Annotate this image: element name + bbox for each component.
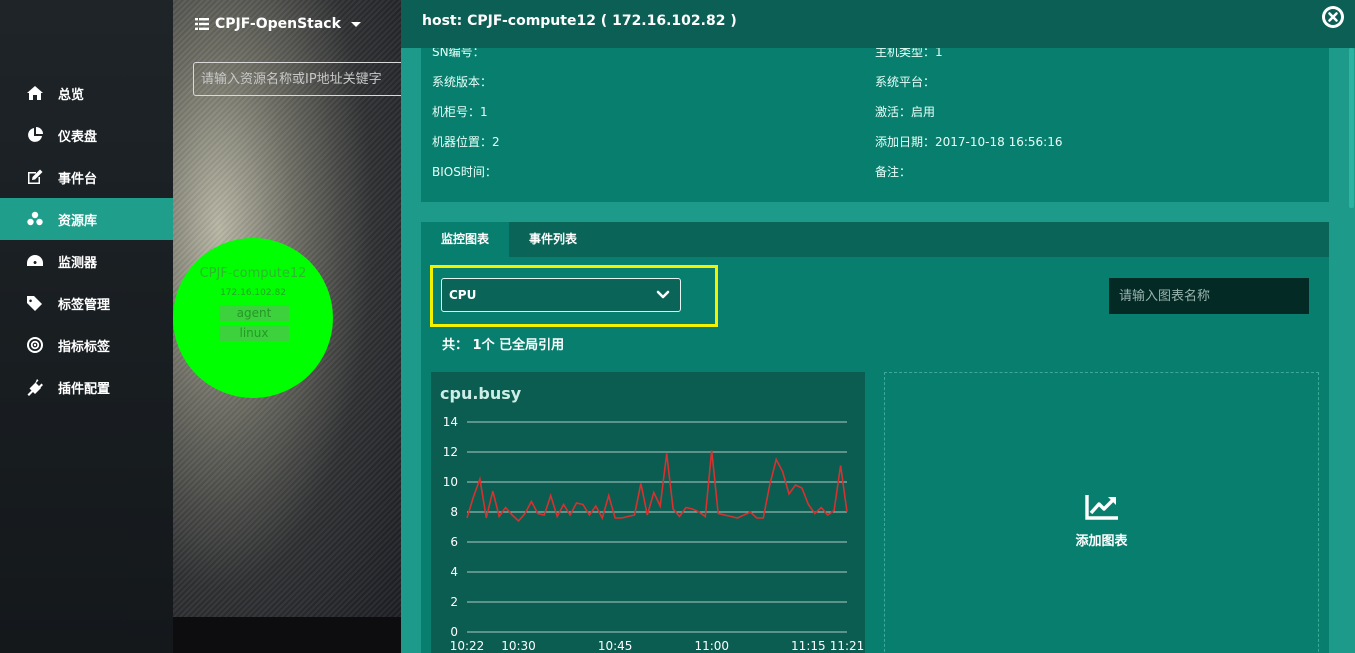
sidebar-item-label: 标签管理 (58, 297, 111, 313)
sidebar-item-dashboard[interactable]: 仪表盘 (0, 114, 173, 156)
info-label: 系统平台： (875, 75, 936, 89)
sidebar-item-label: 指标标签 (58, 339, 111, 355)
sidebar-item-metric-tags[interactable]: 指标标签 (0, 324, 173, 366)
info-added-date: 添加日期：2017-10-18 16:56:16 (875, 133, 1062, 150)
y-tick-label: 14 (443, 415, 458, 429)
sidebar-item-resources[interactable]: 资源库 (0, 198, 173, 240)
info-label: 机柜号： (432, 105, 481, 119)
caret-down-icon (350, 21, 361, 27)
host-node[interactable]: CPJF-compute12 172.16.102.82 agent linux (173, 238, 333, 398)
info-label: 备注： (875, 165, 912, 179)
line-chart-icon (1085, 495, 1118, 520)
sidebar-nav: 总览 仪表盘 事件台 资源库 监测器 标签管理 指标标签 插件配置 (0, 72, 173, 408)
info-label: BIOS时间： (432, 165, 497, 179)
sidebar-item-label: 事件台 (58, 171, 98, 187)
info-notes: 备注： (875, 163, 911, 180)
bullseye-icon (24, 336, 46, 354)
x-tick-label: 10:45 (598, 639, 633, 653)
chart-title: cpu.busy (440, 384, 522, 403)
node-tag: linux (219, 325, 289, 341)
metric-select[interactable]: CPU (441, 278, 681, 312)
x-tick-label: 11:15 (791, 639, 826, 653)
info-active: 激活：启用 (875, 103, 935, 120)
info-location: 机器位置：2 (432, 133, 500, 150)
chart-search-input[interactable] (1109, 278, 1309, 314)
y-tick-label: 10 (443, 475, 458, 489)
y-tick-label: 12 (443, 445, 458, 459)
topology-footer (173, 617, 401, 653)
sidebar-item-tag-management[interactable]: 标签管理 (0, 282, 173, 324)
sidebar-item-label: 总览 (58, 87, 85, 103)
close-icon[interactable] (1321, 5, 1345, 29)
pie-chart-icon (24, 126, 46, 144)
info-label: 机器位置： (432, 135, 493, 149)
sidebar-item-label: 仪表盘 (58, 129, 98, 145)
sidebar-item-label: 监测器 (58, 255, 98, 271)
scrollbar-thumb[interactable] (1349, 48, 1354, 208)
project-selector[interactable]: CPJF-OpenStack (195, 16, 361, 32)
metric-select-value: CPU (449, 288, 477, 302)
x-tick-label: 10:30 (501, 639, 536, 653)
node-ip: 172.16.102.82 (220, 288, 286, 298)
info-value: 2017-10-18 16:56:16 (935, 135, 1063, 149)
sidebar-item-overview[interactable]: 总览 (0, 72, 173, 114)
sidebar-item-plugin-config[interactable]: 插件配置 (0, 366, 173, 408)
sidebar: 总览 仪表盘 事件台 资源库 监测器 标签管理 指标标签 插件配置 (0, 0, 173, 653)
resource-search-input[interactable] (193, 62, 408, 96)
tab-bar: 监控图表 事件列表 (421, 222, 1329, 257)
y-tick-label: 2 (450, 595, 458, 609)
plug-icon (24, 378, 46, 396)
tags-icon (24, 294, 46, 312)
info-bios-time: BIOS时间： (432, 163, 497, 180)
y-tick-label: 0 (450, 625, 458, 639)
chevron-down-icon (656, 290, 670, 299)
dashboard-icon (24, 252, 46, 270)
info-platform: 系统平台： (875, 73, 935, 90)
edit-icon (24, 168, 46, 186)
add-chart-button[interactable]: 添加图表 (884, 372, 1319, 653)
info-label: 激活： (875, 105, 912, 119)
info-value: 1 (480, 105, 488, 119)
list-icon (195, 18, 209, 30)
x-tick-label: 10:22 (450, 639, 485, 653)
info-value: 启用 (911, 105, 936, 119)
project-name: CPJF-OpenStack (215, 16, 341, 32)
series-line (466, 450, 848, 523)
info-label: 系统版本： (432, 75, 493, 89)
y-tick-label: 6 (450, 535, 458, 549)
sidebar-item-events[interactable]: 事件台 (0, 156, 173, 198)
sidebar-item-monitors[interactable]: 监测器 (0, 240, 173, 282)
drawer-title: host: CPJF-compute12 ( 172.16.102.82 ) (422, 13, 737, 29)
chart-count: 共： 1个 已全局引用 (442, 338, 565, 353)
drawer-header: host: CPJF-compute12 ( 172.16.102.82 ) (401, 0, 1355, 48)
info-value: 2 (492, 135, 500, 149)
sidebar-item-label: 插件配置 (58, 381, 111, 397)
host-detail-drawer: SN编号： 主机类型：1 系统版本： 系统平台： 机柜号：1 激活：启用 机器位… (401, 0, 1355, 653)
y-tick-label: 4 (450, 565, 458, 579)
node-tag: agent (219, 305, 289, 321)
sidebar-item-label: 资源库 (58, 213, 98, 229)
y-tick-label: 8 (450, 505, 458, 519)
host-info-panel: SN编号： 主机类型：1 系统版本： 系统平台： 机柜号：1 激活：启用 机器位… (421, 40, 1329, 202)
cpu-chart-card[interactable]: 0 2 4 6 8 10 12 14 10:22 10:30 10:45 11:00 11:15 11:2… (431, 372, 865, 653)
tab-monitor-charts[interactable]: 监控图表 (421, 222, 509, 257)
monitor-panel: 监控图表 事件列表 CPU 共： 1个 已全局引用 0 2 4 6 8 10 12 14 10:… (421, 222, 1329, 653)
cubes-icon (24, 210, 46, 228)
tab-event-list[interactable]: 事件列表 (509, 222, 597, 257)
info-rack: 机柜号：1 (432, 103, 488, 120)
add-chart-label: 添加图表 (1075, 534, 1128, 549)
node-name: CPJF-compute12 (199, 266, 307, 281)
x-tick-label: 11:21 (830, 639, 865, 653)
home-icon (24, 84, 46, 102)
cpu-line-chart: 0 2 4 6 8 10 12 14 10:22 10:30 10:45 11:00 11:15 11:2… (443, 415, 865, 653)
x-tick-label: 11:00 (694, 639, 729, 653)
info-label: 添加日期： (875, 135, 936, 149)
info-os-version: 系统版本： (432, 73, 492, 90)
